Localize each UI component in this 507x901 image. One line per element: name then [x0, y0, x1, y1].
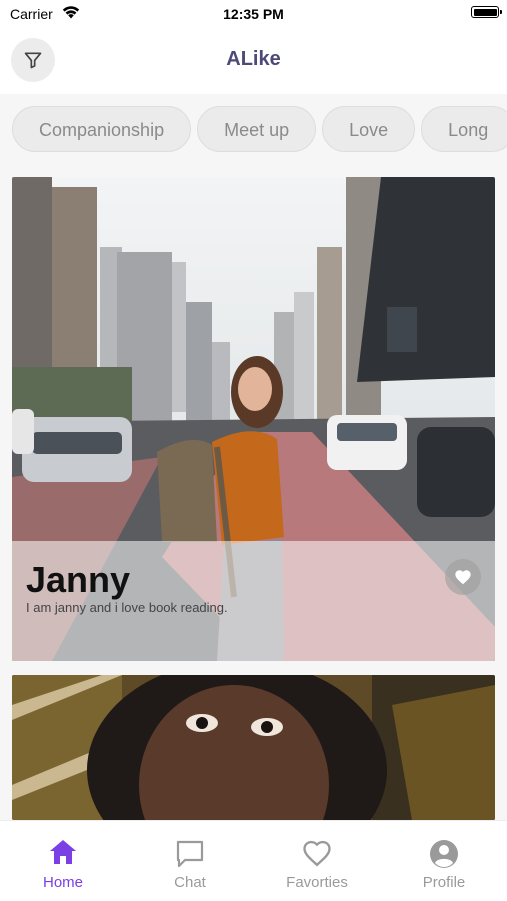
profile-photo — [12, 675, 495, 820]
bottom-tab-bar: Home Chat Favorties Profile — [0, 820, 507, 900]
category-chip-meet-up[interactable]: Meet up — [197, 106, 317, 152]
tab-chat[interactable]: Chat — [127, 821, 253, 901]
tab-favorites[interactable]: Favorties — [254, 821, 380, 901]
profile-card[interactable] — [12, 675, 495, 820]
heart-outline-icon — [303, 840, 331, 867]
status-bar: Carrier 12:35 PM — [0, 0, 507, 30]
profile-icon — [430, 840, 458, 868]
battery-icon — [471, 6, 502, 18]
profile-info-overlay: Janny I am janny and i love book reading… — [12, 541, 495, 661]
category-chips: Companionship Meet up Love Long — [12, 106, 507, 154]
main-content[interactable]: Companionship Meet up Love Long Janny I … — [0, 94, 507, 820]
profile-name: Janny — [26, 559, 131, 600]
heart-icon — [455, 570, 471, 585]
tab-chat-label: Chat — [174, 874, 206, 891]
tab-profile[interactable]: Profile — [381, 821, 507, 901]
app-title: ALike — [226, 48, 281, 70]
home-icon — [50, 840, 76, 864]
chat-icon — [176, 840, 204, 868]
category-chip-long[interactable]: Long — [421, 106, 507, 152]
tab-home[interactable]: Home — [0, 821, 126, 901]
tab-profile-label: Profile — [422, 874, 466, 891]
profile-description: I am janny and i love book reading. — [26, 600, 228, 615]
category-chip-love[interactable]: Love — [322, 106, 416, 152]
tab-favorites-label: Favorties — [286, 874, 348, 891]
status-time: 12:35 PM — [223, 6, 284, 22]
favorite-button[interactable] — [445, 559, 481, 595]
category-chip-companionship[interactable]: Companionship — [12, 106, 192, 152]
app-header: ALike — [0, 34, 507, 90]
profile-card[interactable]: Janny I am janny and i love book reading… — [12, 177, 495, 661]
tab-home-label: Home — [42, 874, 83, 891]
